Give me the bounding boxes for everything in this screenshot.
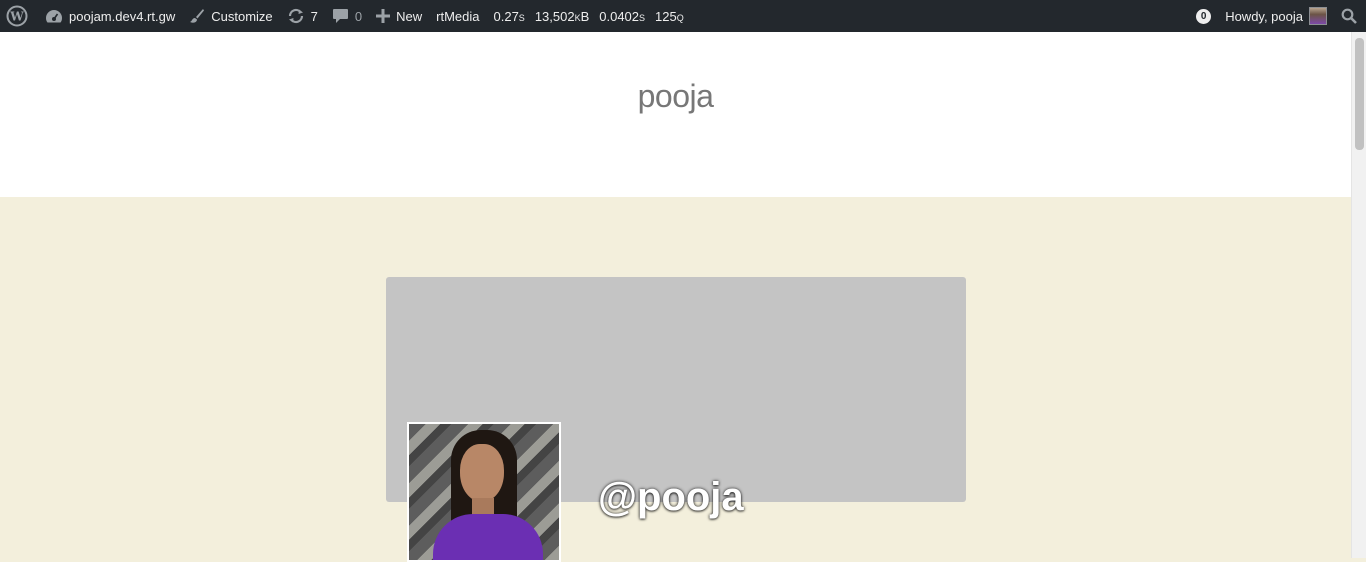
site-header: pooja [0, 32, 1351, 197]
customize-label: Customize [211, 8, 273, 24]
rtmedia-menu[interactable]: rtMedia [429, 0, 486, 32]
debug-time: 0.27s [493, 8, 525, 24]
site-title[interactable]: pooja [0, 78, 1351, 115]
plus-icon [376, 9, 391, 23]
dashboard-icon [45, 8, 63, 24]
main-content: @pooja [0, 197, 1351, 562]
howdy-label: Howdy, pooja [1225, 8, 1303, 24]
updates-link[interactable]: 7 [280, 0, 325, 32]
search-button[interactable] [1334, 0, 1366, 32]
wp-logo-menu[interactable]: W [0, 0, 38, 32]
paintbrush-icon [189, 8, 205, 24]
svg-text:W: W [9, 10, 24, 24]
debug-memory: 13,502kB [534, 8, 590, 24]
refresh-icon [287, 8, 305, 24]
debug-queries: 125q [655, 8, 684, 24]
search-icon [1341, 8, 1357, 24]
admin-bar-secondary: 0 Howdy, pooja [1189, 0, 1366, 32]
customize-link[interactable]: Customize [182, 0, 279, 32]
page-scrollbar[interactable] [1351, 32, 1366, 558]
avatar-body [433, 514, 543, 560]
updates-count: 7 [310, 8, 318, 24]
debug-query-time: 0.0402s [599, 8, 646, 24]
comments-count: 0 [354, 8, 363, 24]
avatar-face [460, 444, 504, 502]
rtmedia-label: rtMedia [436, 8, 480, 24]
profile-username: @pooja [598, 475, 744, 519]
user-avatar-mini [1309, 7, 1327, 25]
notifications-badge: 0 [1196, 8, 1212, 24]
site-name-label: poojam.dev4.rt.gw [69, 8, 176, 24]
admin-bar: W poojam.dev4.rt.gw Customize 7 0 New rt… [0, 0, 1366, 32]
comment-bubble-icon [332, 8, 349, 24]
scrollbar-thumb[interactable] [1355, 38, 1364, 150]
notifications-menu[interactable]: 0 [1189, 0, 1218, 32]
debug-bar-menu[interactable]: 0.27s 13,502kB 0.0402s 125q [487, 0, 691, 32]
wordpress-logo-icon: W [6, 5, 28, 27]
site-name-menu[interactable]: poojam.dev4.rt.gw [38, 0, 182, 32]
new-label: New [396, 8, 423, 24]
new-content-menu[interactable]: New [369, 0, 429, 32]
profile-avatar[interactable] [407, 422, 561, 562]
comments-link[interactable]: 0 [325, 0, 369, 32]
my-account-menu[interactable]: Howdy, pooja [1218, 0, 1334, 32]
